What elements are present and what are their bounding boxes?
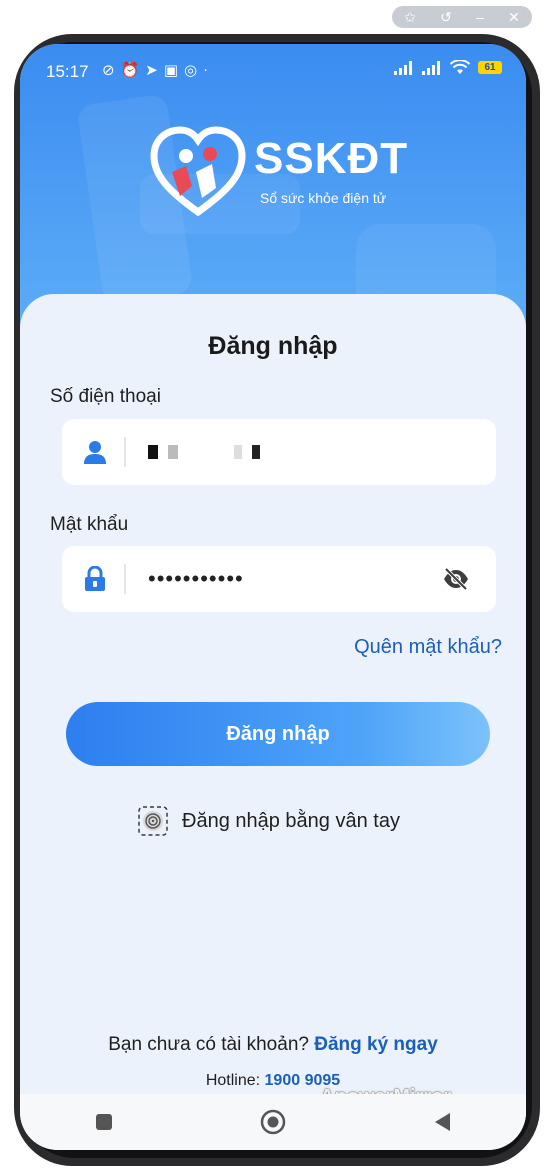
login-title: Đăng nhập bbox=[208, 332, 338, 360]
no-account-text: Bạn chưa có tài khoản? bbox=[108, 1034, 309, 1055]
alarm-icon: ⏰ bbox=[120, 62, 140, 79]
back-button[interactable] bbox=[422, 1102, 462, 1142]
status-time: 15:17 bbox=[46, 62, 89, 81]
home-circle-icon bbox=[260, 1109, 286, 1135]
signal-icon bbox=[422, 60, 440, 75]
mute-icon: ⊘ bbox=[102, 62, 115, 79]
signup-link[interactable]: Đăng ký ngay bbox=[314, 1034, 438, 1055]
telegram-icon: ➤ bbox=[145, 62, 158, 79]
back-triangle-icon bbox=[434, 1113, 450, 1131]
window-controls: ✩ ↺ – ✕ bbox=[392, 6, 532, 28]
field-divider bbox=[124, 564, 126, 594]
password-field[interactable]: ••••••••••• bbox=[62, 546, 496, 612]
phone-input[interactable] bbox=[148, 439, 261, 465]
fingerprint-login[interactable]: Đăng nhập bằng vân tay bbox=[138, 806, 400, 836]
brand-name: SSKĐT bbox=[254, 134, 409, 183]
password-label: Mật khẩu bbox=[50, 514, 129, 535]
hotline-label: Hotline: bbox=[205, 1072, 261, 1089]
user-icon bbox=[84, 441, 106, 464]
home-button[interactable] bbox=[253, 1102, 293, 1142]
signup-row: Bạn chưa có tài khoản? Đăng ký ngay bbox=[20, 1034, 526, 1056]
dot-icon: · bbox=[203, 61, 209, 78]
heart-logo-icon bbox=[150, 126, 246, 217]
status-bar: 15:17 ⊘ ⏰ ➤ ▣ ◎ · 61 bbox=[20, 58, 526, 88]
signal-icon bbox=[394, 60, 412, 75]
phone-screen: 15:17 ⊘ ⏰ ➤ ▣ ◎ · 61 SSKĐT Sổ sức khỏe đ… bbox=[20, 44, 526, 1150]
nfc-icon: ◎ bbox=[184, 62, 198, 79]
fingerprint-label: Đăng nhập bằng vân tay bbox=[182, 809, 400, 832]
history-icon[interactable]: ↺ bbox=[440, 9, 452, 26]
recents-button[interactable] bbox=[84, 1102, 124, 1142]
forgot-password-link[interactable]: Quên mật khẩu? bbox=[354, 636, 502, 659]
minimize-icon[interactable]: – bbox=[476, 9, 484, 25]
lock-icon bbox=[85, 566, 105, 591]
pin-icon[interactable]: ✩ bbox=[404, 9, 416, 26]
wifi-icon bbox=[450, 60, 470, 74]
phone-field[interactable] bbox=[62, 419, 496, 485]
square-icon bbox=[96, 1114, 113, 1130]
android-nav-bar bbox=[20, 1094, 526, 1150]
login-button[interactable]: Đăng nhập bbox=[66, 702, 490, 766]
battery-icon: 61 bbox=[478, 61, 502, 74]
phone-label: Số điện thoại bbox=[50, 386, 161, 407]
status-left-icons: ⊘ ⏰ ➤ ▣ ◎ · bbox=[102, 61, 208, 79]
app-logo: SSKĐT Sổ sức khỏe điện tử bbox=[150, 126, 420, 236]
field-divider bbox=[124, 437, 126, 467]
brand-tagline: Sổ sức khỏe điện tử bbox=[260, 190, 387, 206]
eye-off-icon[interactable] bbox=[442, 567, 470, 591]
close-icon[interactable]: ✕ bbox=[508, 9, 520, 26]
login-card: Đăng nhập Số điện thoại Mật khẩu •••••••… bbox=[20, 294, 526, 1150]
password-input[interactable]: ••••••••••• bbox=[148, 566, 244, 592]
status-right-icons: 61 bbox=[394, 60, 502, 75]
fingerprint-icon bbox=[138, 806, 168, 836]
zalo-icon: ▣ bbox=[163, 62, 179, 79]
